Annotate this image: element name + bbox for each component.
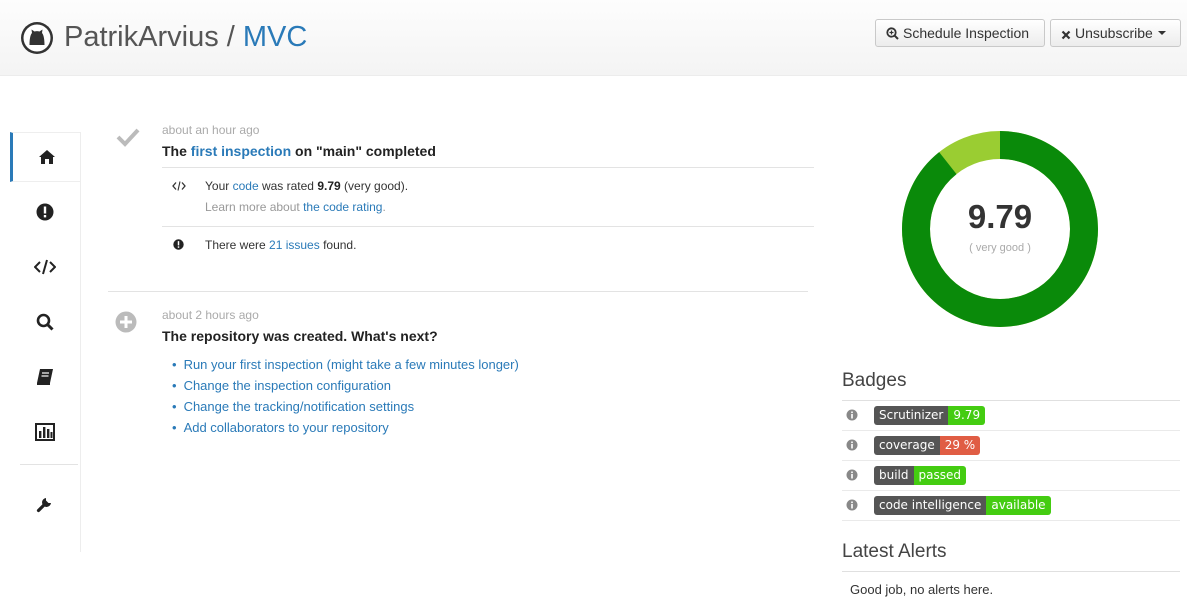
badge-row: coverage 29 % bbox=[842, 431, 1180, 461]
badge-label: coverage bbox=[874, 436, 940, 455]
alerts-message: Good job, no alerts here. bbox=[850, 582, 994, 597]
build-badge[interactable]: build passed bbox=[874, 466, 966, 485]
code-icon bbox=[34, 259, 56, 275]
nav-issues[interactable] bbox=[10, 187, 80, 237]
divider bbox=[842, 571, 1180, 572]
event-title-suffix: on "main" completed bbox=[291, 143, 436, 159]
divider bbox=[162, 167, 814, 168]
nav-settings[interactable] bbox=[10, 479, 80, 529]
link-change-tracking-settings[interactable]: Change the tracking/notification setting… bbox=[172, 396, 519, 417]
schedule-inspection-label: Schedule Inspection bbox=[903, 25, 1030, 41]
score-label: ( very good ) bbox=[969, 242, 1031, 254]
nav-search[interactable] bbox=[10, 297, 80, 347]
github-icon[interactable] bbox=[20, 21, 54, 55]
latest-alerts-title: Latest Alerts bbox=[842, 541, 947, 562]
event-title-prefix: The bbox=[162, 143, 191, 159]
link-change-inspection-config[interactable]: Change the inspection configuration bbox=[172, 375, 519, 396]
nav-code[interactable] bbox=[10, 242, 80, 292]
coverage-badge[interactable]: coverage 29 % bbox=[874, 436, 981, 455]
nav-dashboard[interactable] bbox=[10, 132, 80, 182]
scrutinizer-badge[interactable]: Scrutinizer 9.79 bbox=[874, 406, 986, 425]
check-icon bbox=[116, 128, 140, 147]
issues-text: There were 21 issues found. bbox=[205, 238, 356, 252]
code-icon bbox=[172, 181, 186, 191]
badge-row: Scrutinizer 9.79 bbox=[842, 401, 1180, 431]
info-icon[interactable] bbox=[846, 499, 858, 511]
home-icon bbox=[38, 150, 55, 164]
divider bbox=[108, 291, 808, 292]
repo-title: PatrikArvius / MVC bbox=[64, 19, 307, 55]
badge-label: code intelligence bbox=[874, 496, 987, 515]
badges-title: Badges bbox=[842, 370, 907, 391]
plus-circle-icon bbox=[115, 311, 137, 333]
badge-row: build passed bbox=[842, 461, 1180, 491]
wrench-icon bbox=[36, 498, 51, 513]
badge-value: passed bbox=[913, 466, 966, 485]
first-inspection-link[interactable]: first inspection bbox=[191, 143, 291, 159]
nav-statistics[interactable] bbox=[10, 407, 80, 457]
issues-icon bbox=[173, 239, 184, 250]
next-steps-list: Run your first inspection (might take a … bbox=[172, 354, 519, 438]
chart-icon bbox=[35, 423, 55, 441]
code-intelligence-badge[interactable]: code intelligence available bbox=[874, 496, 1051, 515]
search-plus-icon bbox=[886, 27, 899, 40]
rating-score: 9.79 bbox=[317, 179, 341, 193]
learn-prefix: Learn more about bbox=[205, 200, 304, 214]
learn-suffix: . bbox=[382, 200, 386, 214]
sidebar bbox=[10, 132, 81, 552]
book-icon bbox=[37, 369, 53, 385]
issues-suffix: found. bbox=[319, 238, 357, 252]
schedule-inspection-button[interactable]: Schedule Inspection bbox=[875, 19, 1045, 47]
badge-row: code intelligence available bbox=[842, 491, 1180, 521]
rating-text: Your code was rated 9.79 (very good). bbox=[205, 179, 408, 193]
event-time: about an hour ago bbox=[162, 123, 260, 137]
info-icon[interactable] bbox=[846, 409, 858, 421]
close-icon bbox=[1061, 30, 1071, 40]
badge-label: build bbox=[874, 466, 914, 485]
info-icon[interactable] bbox=[846, 469, 858, 481]
badge-value: 29 % bbox=[939, 436, 981, 455]
issues-prefix: There were bbox=[205, 238, 270, 252]
event-title: The repository was created. What's next? bbox=[162, 328, 438, 344]
link-add-collaborators[interactable]: Add collaborators to your repository bbox=[172, 417, 519, 438]
caret-down-icon bbox=[1157, 31, 1166, 35]
issues-icon bbox=[36, 203, 54, 221]
badge-value: available bbox=[986, 496, 1051, 515]
event-time: about 2 hours ago bbox=[162, 308, 259, 322]
score-value: 9.79 bbox=[967, 198, 1033, 235]
unsubscribe-label: Unsubscribe bbox=[1075, 25, 1153, 41]
rating-middle: was rated bbox=[258, 179, 318, 193]
rating-prefix: Your bbox=[205, 179, 233, 193]
badge-label: Scrutinizer bbox=[874, 406, 949, 425]
info-icon[interactable] bbox=[846, 439, 858, 451]
rating-suffix: (very good). bbox=[340, 179, 409, 193]
code-rating-link[interactable]: the code rating bbox=[303, 200, 382, 214]
search-icon bbox=[36, 313, 54, 331]
divider bbox=[162, 226, 814, 227]
nav-documentation[interactable] bbox=[10, 352, 80, 402]
header: PatrikArvius / MVC Schedule Inspection U… bbox=[0, 0, 1187, 76]
repo-name[interactable]: MVC bbox=[243, 21, 307, 53]
event-title: The first inspection on "main" completed bbox=[162, 143, 436, 159]
sidebar-divider bbox=[20, 464, 78, 465]
code-link[interactable]: code bbox=[233, 179, 259, 193]
owner-name[interactable]: PatrikArvius bbox=[64, 21, 219, 53]
learn-more-text: Learn more about the code rating. bbox=[205, 200, 386, 214]
unsubscribe-button[interactable]: Unsubscribe bbox=[1050, 19, 1181, 47]
badge-value: 9.79 bbox=[948, 406, 986, 425]
issues-link[interactable]: 21 issues bbox=[269, 238, 320, 252]
link-run-first-inspection[interactable]: Run your first inspection (might take a … bbox=[172, 354, 519, 375]
title-separator: / bbox=[226, 21, 235, 53]
